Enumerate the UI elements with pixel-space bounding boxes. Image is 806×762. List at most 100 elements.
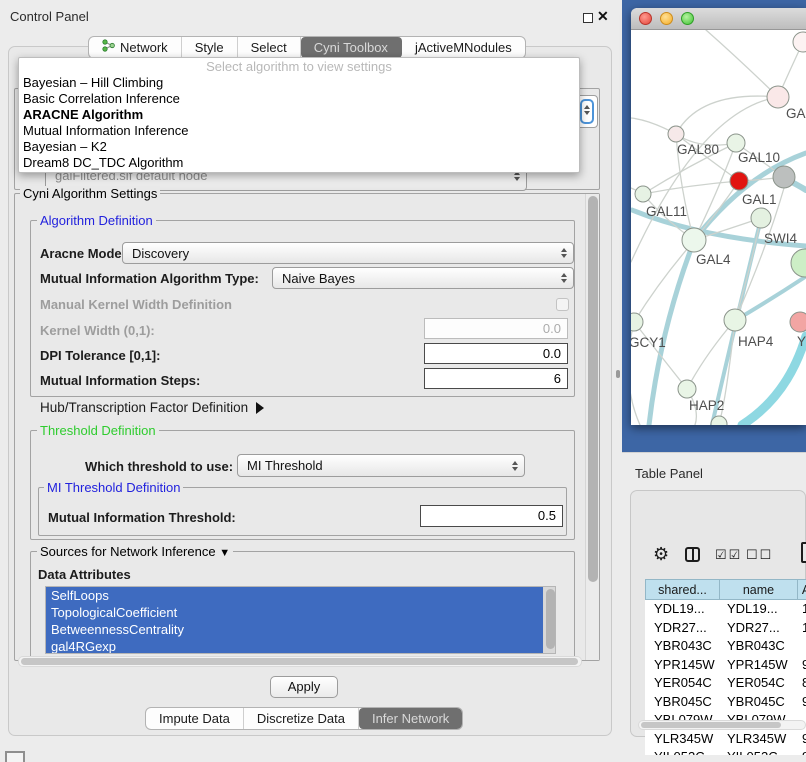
table-cell[interactable]: YBR043C <box>645 637 719 656</box>
data-attribute-item[interactable]: TopologicalCoefficient <box>46 604 555 621</box>
window-minimize-button[interactable] <box>660 12 673 25</box>
tab-infer-network[interactable]: Infer Network <box>359 708 462 729</box>
hub-definition-expander[interactable]: Hub/Transcription Factor Definition <box>40 400 264 415</box>
algorithm-option-aracne-algorithm[interactable]: ARACNE Algorithm <box>19 107 579 123</box>
table-cell[interactable]: 8. <box>797 674 806 693</box>
network-canvas[interactable]: GAL7GAL80GAL10GAL1GAL11SWI4GAL4HAP4YGCY1… <box>631 30 806 425</box>
float-panel-icon[interactable] <box>583 13 593 23</box>
network-node-gal7[interactable] <box>767 86 789 108</box>
table-cell[interactable]: YDR27... <box>645 619 719 638</box>
table-cell[interactable]: YBR045C <box>645 693 719 712</box>
attributes-scrollbar-track[interactable] <box>543 587 555 653</box>
table-row[interactable]: YER054CYER054C8. <box>645 674 806 693</box>
document-icon[interactable] <box>801 542 806 563</box>
network-node[interactable] <box>791 249 806 277</box>
table-cell[interactable]: YER054C <box>645 674 719 693</box>
network-node-swi4[interactable] <box>751 208 771 228</box>
close-icon[interactable]: ✕ <box>597 8 609 25</box>
settings-hscrollbar-track[interactable] <box>18 656 582 667</box>
network-node-gcy1[interactable] <box>631 313 643 331</box>
window-close-button[interactable] <box>639 12 652 25</box>
algorithm-option-mutual-information-inference[interactable]: Mutual Information Inference <box>19 123 579 139</box>
settings-scrollbar-track[interactable] <box>585 194 599 660</box>
table-row[interactable]: YLR345WYLR345W9. <box>645 730 806 749</box>
table-row[interactable]: YPR145WYPR145W9. <box>645 656 806 675</box>
table-row[interactable]: YBR045CYBR045C9. <box>645 693 806 712</box>
settings-scrollbar-thumb[interactable] <box>588 196 598 582</box>
settings-gear-icon[interactable]: ⚙ <box>653 544 669 565</box>
table-row[interactable]: YIL052CYIL052C9 <box>645 748 806 755</box>
settings-hscrollbar-thumb[interactable] <box>21 658 578 665</box>
table-cell[interactable]: YBR043C <box>719 637 797 656</box>
network-edge[interactable] <box>634 322 687 389</box>
table-cell[interactable]: 9 <box>797 748 806 755</box>
column-header-a[interactable]: A <box>797 579 806 600</box>
table-cell[interactable]: 9. <box>797 693 806 712</box>
table-cell[interactable]: 13 <box>797 600 806 619</box>
dpi-tolerance-input[interactable]: 0.0 <box>424 343 568 364</box>
table-cell[interactable]: YPR145W <box>645 656 719 675</box>
network-node-gal11[interactable] <box>635 186 651 202</box>
table-cell[interactable]: YIL052C <box>719 748 797 755</box>
table-hscrollbar-track[interactable] <box>638 720 806 730</box>
network-edge[interactable] <box>694 143 736 240</box>
table-cell[interactable]: YPR145W <box>719 656 797 675</box>
network-edge[interactable] <box>742 336 806 425</box>
network-edge[interactable] <box>706 30 778 97</box>
column-header-shared[interactable]: shared... <box>645 579 719 600</box>
select-checkboxes-icon[interactable]: ☑☑ <box>715 547 742 563</box>
unselect-checkboxes-icon[interactable]: ☐☐ <box>746 547 773 563</box>
algorithm-option-bayesian-hill-climbing[interactable]: Bayesian – Hill Climbing <box>19 75 579 91</box>
table-cell[interactable]: YBR045C <box>719 693 797 712</box>
network-edge[interactable] <box>643 181 739 194</box>
table-cell[interactable]: YDL19... <box>719 600 797 619</box>
which-threshold-combo[interactable]: MI Threshold <box>237 454 525 477</box>
table-row[interactable]: YDR27...YDR27...12 <box>645 619 806 638</box>
network-window-titlebar[interactable] <box>631 8 806 30</box>
algorithm-option-basic-correlation-inference[interactable]: Basic Correlation Inference <box>19 91 579 107</box>
panel-splitter-handle[interactable] <box>616 370 620 378</box>
attributes-scrollbar-thumb[interactable] <box>546 589 555 649</box>
network-node-gal1[interactable] <box>730 172 748 190</box>
tab-cyni-toolbox[interactable]: Cyni Toolbox <box>301 37 402 58</box>
network-node[interactable] <box>773 166 795 188</box>
network-node-y[interactable] <box>790 312 806 332</box>
table-row[interactable]: YDL19...YDL19...13 <box>645 600 806 619</box>
network-node[interactable] <box>793 32 806 52</box>
table-cell[interactable]: YLR345W <box>719 730 797 749</box>
table-cell[interactable]: YDR27... <box>719 619 797 638</box>
tab-impute-data[interactable]: Impute Data <box>146 708 244 729</box>
tab-discretize-data[interactable]: Discretize Data <box>244 708 359 729</box>
column-header-name[interactable]: name <box>719 579 797 600</box>
data-attribute-item[interactable]: gal4RGexp <box>46 638 555 654</box>
table-hscrollbar-thumb[interactable] <box>641 722 781 728</box>
data-attribute-item[interactable]: BetweennessCentrality <box>46 621 555 638</box>
network-edge[interactable] <box>676 96 778 134</box>
tab-style[interactable]: Style <box>182 37 238 58</box>
manual-kernel-width-checkbox[interactable] <box>556 298 569 311</box>
table-cell[interactable]: 12 <box>797 619 806 638</box>
mi-threshold-input[interactable]: 0.5 <box>420 505 563 527</box>
table-cell[interactable]: 9. <box>797 730 806 749</box>
table-cell[interactable]: YLR345W <box>645 730 719 749</box>
network-node-gal4[interactable] <box>682 228 706 252</box>
table-cell[interactable]: YER054C <box>719 674 797 693</box>
network-node-hap2[interactable] <box>678 380 696 398</box>
mi-steps-input[interactable]: 6 <box>424 368 568 389</box>
tab-select[interactable]: Select <box>238 37 301 58</box>
algorithm-option-bayesian-k2[interactable]: Bayesian – K2 <box>19 139 579 155</box>
apply-button[interactable]: Apply <box>270 676 338 698</box>
network-node-gal80[interactable] <box>668 126 684 142</box>
window-zoom-button[interactable] <box>681 12 694 25</box>
table-cell[interactable]: YIL052C <box>645 748 719 755</box>
algorithm-option-dream8-dc-tdc-algorithm[interactable]: Dream8 DC_TDC Algorithm <box>19 155 579 171</box>
table-cell[interactable]: 9. <box>797 656 806 675</box>
tab-network[interactable]: Network <box>89 37 182 58</box>
kernel-width-input[interactable]: 0.0 <box>424 318 568 339</box>
split-view-icon[interactable] <box>685 547 700 562</box>
table-cell[interactable]: YDL19... <box>645 600 719 619</box>
data-attribute-item[interactable]: SelfLoops <box>46 587 555 604</box>
table-row[interactable]: YBR043CYBR043C <box>645 637 806 656</box>
sources-group-title[interactable]: Sources for Network Inference ▼ <box>37 544 233 559</box>
network-node-hap4[interactable] <box>724 309 746 331</box>
